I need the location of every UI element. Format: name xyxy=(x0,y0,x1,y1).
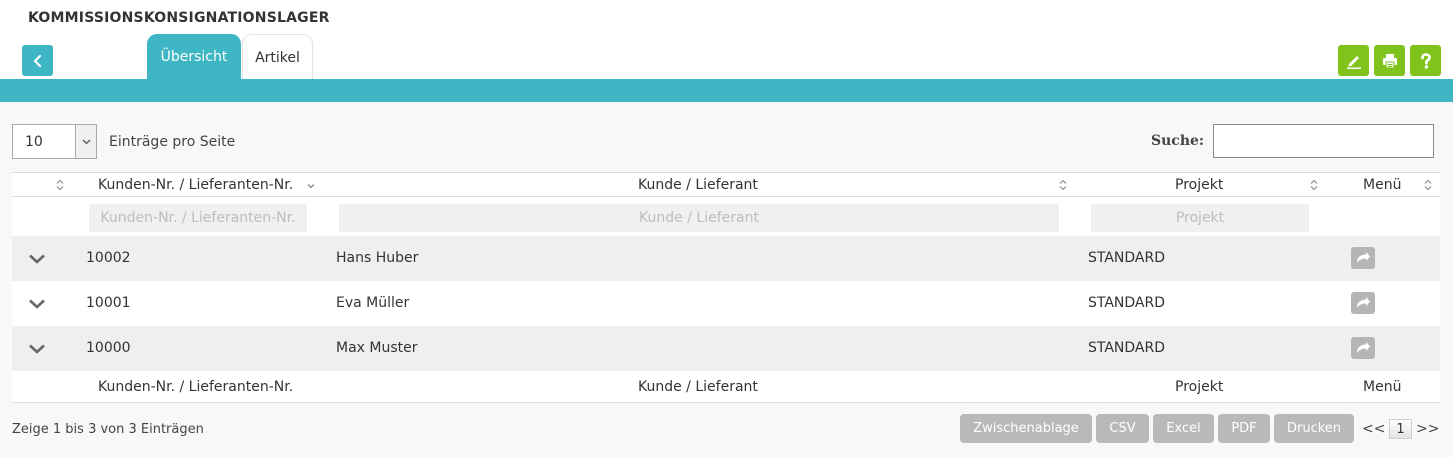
cell-project: STANDARD xyxy=(1088,295,1166,311)
row-menu-button[interactable] xyxy=(1351,337,1375,359)
table-row: 10002 Hans Huber STANDARD xyxy=(12,236,1440,281)
entries-per-page-select[interactable]: 10 xyxy=(12,124,97,159)
cell-project: STANDARD xyxy=(1088,250,1166,266)
row-menu-button[interactable] xyxy=(1351,247,1375,269)
footer-customer-no: Kunden-Nr. / Lieferanten-Nr. xyxy=(98,379,294,395)
sort-icon[interactable] xyxy=(1058,179,1068,191)
cell-customer: Eva Müller xyxy=(336,295,410,311)
printer-icon xyxy=(1382,53,1397,68)
cell-customer-no: 10001 xyxy=(86,295,131,311)
edit-button[interactable] xyxy=(1338,45,1369,76)
filter-customer-input[interactable]: Kunde / Lieferant xyxy=(339,204,1059,232)
main-content: 10 Einträge pro Seite Suche: Kunden-Nr. … xyxy=(0,102,1453,457)
cell-customer-no: 10002 xyxy=(86,250,131,266)
print-table-button[interactable]: Drucken xyxy=(1274,414,1354,443)
search-label: Suche: xyxy=(1151,133,1205,149)
arrow-redo-icon xyxy=(1357,342,1370,353)
chevron-down-icon[interactable] xyxy=(28,298,46,310)
table-row: 10000 Max Muster STANDARD xyxy=(12,326,1440,371)
tab-uebersicht[interactable]: Übersicht xyxy=(147,34,241,80)
excel-button[interactable]: Excel xyxy=(1153,414,1214,443)
column-header-menu: Menü xyxy=(1363,177,1402,193)
sort-icon[interactable] xyxy=(1423,179,1433,191)
column-header-customer-no[interactable]: Kunden-Nr. / Lieferanten-Nr. xyxy=(98,177,293,193)
column-header-project[interactable]: Projekt xyxy=(1175,177,1223,193)
table-row: 10001 Eva Müller STANDARD xyxy=(12,281,1440,326)
chevron-down-icon[interactable] xyxy=(28,343,46,355)
row-menu-button[interactable] xyxy=(1351,292,1375,314)
pdf-button[interactable]: PDF xyxy=(1218,414,1270,443)
clipboard-button[interactable]: Zwischenablage xyxy=(960,414,1092,443)
back-button[interactable] xyxy=(22,45,53,76)
pager-previous[interactable]: << xyxy=(1362,421,1385,437)
table-header: Kunden-Nr. / Lieferanten-Nr. Kunde / Lie… xyxy=(12,172,1440,197)
filter-row: Kunden-Nr. / Lieferanten-Nr. Kunde / Lie… xyxy=(12,197,1440,236)
page-title: KOMMISSIONSKONSIGNATIONSLAGER xyxy=(28,10,330,26)
search-input[interactable] xyxy=(1213,124,1434,158)
pager-page-1[interactable]: 1 xyxy=(1389,419,1412,439)
pencil-icon xyxy=(1346,55,1361,69)
cell-project: STANDARD xyxy=(1088,340,1166,356)
arrow-redo-icon xyxy=(1357,252,1370,263)
entries-per-page-value: 10 xyxy=(25,133,43,150)
data-table: Kunden-Nr. / Lieferanten-Nr. Kunde / Lie… xyxy=(12,172,1440,403)
sort-icon[interactable] xyxy=(55,179,65,191)
chevron-down-icon xyxy=(75,125,96,158)
cell-customer-no: 10000 xyxy=(86,340,131,356)
filter-project-input[interactable]: Projekt xyxy=(1091,204,1309,232)
help-button[interactable] xyxy=(1410,45,1441,76)
footer-menu: Menü xyxy=(1363,379,1402,395)
chevron-down-icon[interactable] xyxy=(28,253,46,265)
sort-desc-icon[interactable] xyxy=(306,181,316,193)
tab-artikel[interactable]: Artikel xyxy=(242,34,313,80)
footer-project: Projekt xyxy=(1175,379,1224,395)
header-bar xyxy=(0,79,1453,102)
column-header-customer[interactable]: Kunde / Lieferant xyxy=(638,177,758,193)
entries-per-page-label: Einträge pro Seite xyxy=(109,134,236,150)
table-info: Zeige 1 bis 3 von 3 Einträgen xyxy=(12,422,204,437)
sort-icon[interactable] xyxy=(1309,179,1319,191)
table-footer: Kunden-Nr. / Lieferanten-Nr. Kunde / Lie… xyxy=(12,371,1440,403)
cell-customer: Max Muster xyxy=(336,340,418,356)
pager-next[interactable]: >> xyxy=(1416,421,1439,437)
print-button[interactable] xyxy=(1374,45,1405,76)
question-icon xyxy=(1420,52,1431,69)
cell-customer: Hans Huber xyxy=(336,250,419,266)
csv-button[interactable]: CSV xyxy=(1096,414,1149,443)
filter-customer-no-input[interactable]: Kunden-Nr. / Lieferanten-Nr. xyxy=(89,204,307,232)
chevron-left-icon xyxy=(33,54,41,67)
footer-customer: Kunde / Lieferant xyxy=(638,379,758,395)
arrow-redo-icon xyxy=(1357,297,1370,308)
